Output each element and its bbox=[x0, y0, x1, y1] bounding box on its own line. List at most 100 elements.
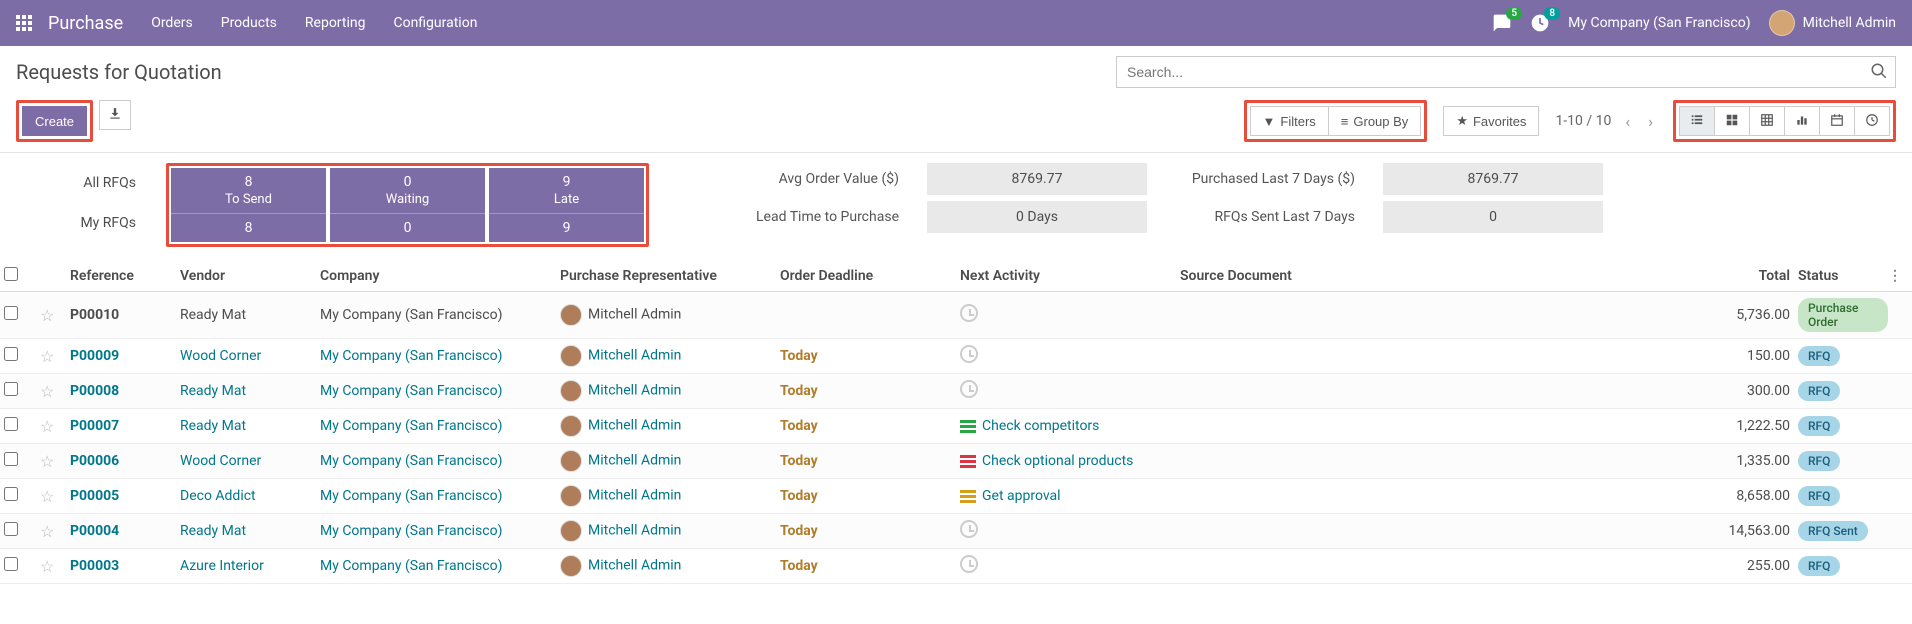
view-kanban-button[interactable] bbox=[1714, 106, 1749, 136]
menu-orders[interactable]: Orders bbox=[151, 15, 193, 31]
user-menu[interactable]: Mitchell Admin bbox=[1769, 10, 1896, 36]
reference-link[interactable]: P00007 bbox=[70, 418, 119, 434]
groupby-button[interactable]: ≡ Group By bbox=[1328, 106, 1422, 136]
view-activity-button[interactable] bbox=[1854, 106, 1890, 136]
optional-cols-button[interactable]: ⋮ bbox=[1888, 268, 1908, 284]
activity-clock-icon[interactable] bbox=[960, 304, 978, 322]
row-checkbox[interactable] bbox=[4, 347, 18, 361]
rep-link[interactable]: Mitchell Admin bbox=[588, 488, 681, 504]
col-vendor[interactable]: Vendor bbox=[180, 268, 320, 284]
activity-link[interactable]: Check competitors bbox=[982, 418, 1099, 434]
rep-link[interactable]: Mitchell Admin bbox=[588, 558, 681, 574]
menu-products[interactable]: Products bbox=[221, 15, 277, 31]
col-company[interactable]: Company bbox=[320, 268, 560, 284]
table-row[interactable]: ☆ P00003 Azure Interior My Company (San Fra… bbox=[0, 549, 1912, 584]
messaging-icon[interactable]: 5 bbox=[1492, 13, 1512, 33]
all-rfqs-label[interactable]: All RFQs bbox=[16, 175, 136, 191]
col-status[interactable]: Status bbox=[1798, 268, 1888, 284]
company-link[interactable]: My Company (San Francisco) bbox=[320, 418, 502, 434]
table-row[interactable]: ☆P00004Ready MatMy Company (San Francisc… bbox=[0, 514, 1912, 549]
row-checkbox[interactable] bbox=[4, 487, 18, 501]
pager-prev[interactable]: ‹ bbox=[1621, 112, 1634, 131]
activities-icon[interactable]: 8 bbox=[1530, 13, 1550, 33]
table-row[interactable]: ☆ P00009 Wood Corner My Company (San Franci… bbox=[0, 339, 1912, 374]
rep-link[interactable]: Mitchell Admin bbox=[588, 348, 681, 364]
row-checkbox[interactable] bbox=[4, 306, 18, 320]
star-icon[interactable]: ☆ bbox=[40, 347, 54, 366]
activity-link[interactable]: Get approval bbox=[982, 488, 1061, 504]
company-link[interactable]: My Company (San Francisco) bbox=[320, 558, 502, 574]
view-calendar-button[interactable] bbox=[1819, 106, 1854, 136]
table-row[interactable]: ☆ P00008 Ready Mat My Company (San Francisc… bbox=[0, 374, 1912, 409]
my-rfqs-label[interactable]: My RFQs bbox=[16, 215, 136, 231]
reference-link[interactable]: P00004 bbox=[70, 523, 119, 539]
app-brand[interactable]: Purchase bbox=[48, 13, 123, 34]
activity-bars-icon[interactable] bbox=[960, 490, 976, 503]
company-selector[interactable]: My Company (San Francisco) bbox=[1568, 15, 1750, 31]
col-source[interactable]: Source Document bbox=[1180, 268, 1380, 284]
col-activity[interactable]: Next Activity bbox=[960, 268, 1180, 284]
apps-icon[interactable] bbox=[16, 15, 32, 31]
vendor-link[interactable]: Deco Addict bbox=[180, 488, 256, 504]
reference-link[interactable]: P00008 bbox=[70, 383, 119, 399]
rep-link[interactable]: Mitchell Admin bbox=[588, 523, 681, 539]
menu-reporting[interactable]: Reporting bbox=[305, 15, 366, 31]
table-row[interactable]: ☆ P00010 Ready Mat My Company (San Francisc… bbox=[0, 292, 1912, 339]
company-link[interactable]: My Company (San Francisco) bbox=[320, 383, 502, 399]
vendor-link[interactable]: Ready Mat bbox=[180, 418, 246, 434]
activity-clock-icon[interactable] bbox=[960, 345, 978, 363]
star-icon[interactable]: ☆ bbox=[40, 557, 54, 576]
star-icon[interactable]: ☆ bbox=[40, 452, 54, 471]
create-button[interactable]: Create bbox=[22, 106, 87, 136]
favorites-button[interactable]: ★ Favorites bbox=[1443, 106, 1539, 136]
tile-waiting[interactable]: 0 Waiting 0 bbox=[330, 168, 485, 242]
activity-bars-icon[interactable] bbox=[960, 455, 976, 468]
tile-to-send[interactable]: 8 To Send 8 bbox=[171, 168, 326, 242]
star-icon[interactable]: ☆ bbox=[40, 417, 54, 436]
vendor-link[interactable]: Ready Mat bbox=[180, 383, 246, 399]
star-icon[interactable]: ☆ bbox=[40, 382, 54, 401]
company-link[interactable]: My Company (San Francisco) bbox=[320, 307, 502, 323]
activity-clock-icon[interactable] bbox=[960, 520, 978, 538]
vendor-link[interactable]: Ready Mat bbox=[180, 307, 246, 323]
rep-link[interactable]: Mitchell Admin bbox=[588, 418, 681, 434]
pager-text[interactable]: 1-10 / 10 bbox=[1555, 113, 1611, 129]
row-checkbox[interactable] bbox=[4, 417, 18, 431]
company-link[interactable]: My Company (San Francisco) bbox=[320, 488, 502, 504]
table-row[interactable]: ☆P00006Wood CornerMy Company (San Franci… bbox=[0, 444, 1912, 479]
table-row[interactable]: ☆ P00007 Ready Mat My Company (San Francisc… bbox=[0, 409, 1912, 444]
view-list-button[interactable] bbox=[1679, 106, 1714, 136]
reference-link[interactable]: P00005 bbox=[70, 488, 119, 504]
reference-link[interactable]: P00010 bbox=[70, 307, 119, 323]
star-icon[interactable]: ☆ bbox=[40, 306, 54, 325]
view-graph-button[interactable] bbox=[1784, 106, 1819, 136]
reference-link[interactable]: P00003 bbox=[70, 558, 119, 574]
vendor-link[interactable]: Azure Interior bbox=[180, 558, 264, 574]
search-input[interactable] bbox=[1116, 56, 1896, 88]
search-icon[interactable] bbox=[1870, 62, 1888, 84]
vendor-link[interactable]: Wood Corner bbox=[180, 453, 261, 469]
reference-link[interactable]: P00009 bbox=[70, 348, 119, 364]
select-all-checkbox[interactable] bbox=[4, 267, 18, 281]
table-row[interactable]: ☆P00005Deco AddictMy Company (San Franci… bbox=[0, 479, 1912, 514]
row-checkbox[interactable] bbox=[4, 382, 18, 396]
company-link[interactable]: My Company (San Francisco) bbox=[320, 348, 502, 364]
export-button[interactable] bbox=[99, 100, 131, 130]
vendor-link[interactable]: Wood Corner bbox=[180, 348, 261, 364]
rep-link[interactable]: Mitchell Admin bbox=[588, 307, 681, 323]
rep-link[interactable]: Mitchell Admin bbox=[588, 453, 681, 469]
col-reference[interactable]: Reference bbox=[70, 268, 180, 284]
tile-late[interactable]: 9 Late 9 bbox=[489, 168, 644, 242]
star-icon[interactable]: ☆ bbox=[40, 522, 54, 541]
pager-next[interactable]: › bbox=[1644, 112, 1657, 131]
activity-link[interactable]: Check optional products bbox=[982, 453, 1133, 469]
row-checkbox[interactable] bbox=[4, 522, 18, 536]
vendor-link[interactable]: Ready Mat bbox=[180, 523, 246, 539]
col-total[interactable]: Total bbox=[1380, 268, 1798, 284]
view-pivot-button[interactable] bbox=[1749, 106, 1784, 136]
menu-configuration[interactable]: Configuration bbox=[393, 15, 477, 31]
rep-link[interactable]: Mitchell Admin bbox=[588, 383, 681, 399]
company-link[interactable]: My Company (San Francisco) bbox=[320, 453, 502, 469]
col-rep[interactable]: Purchase Representative bbox=[560, 268, 780, 284]
row-checkbox[interactable] bbox=[4, 452, 18, 466]
